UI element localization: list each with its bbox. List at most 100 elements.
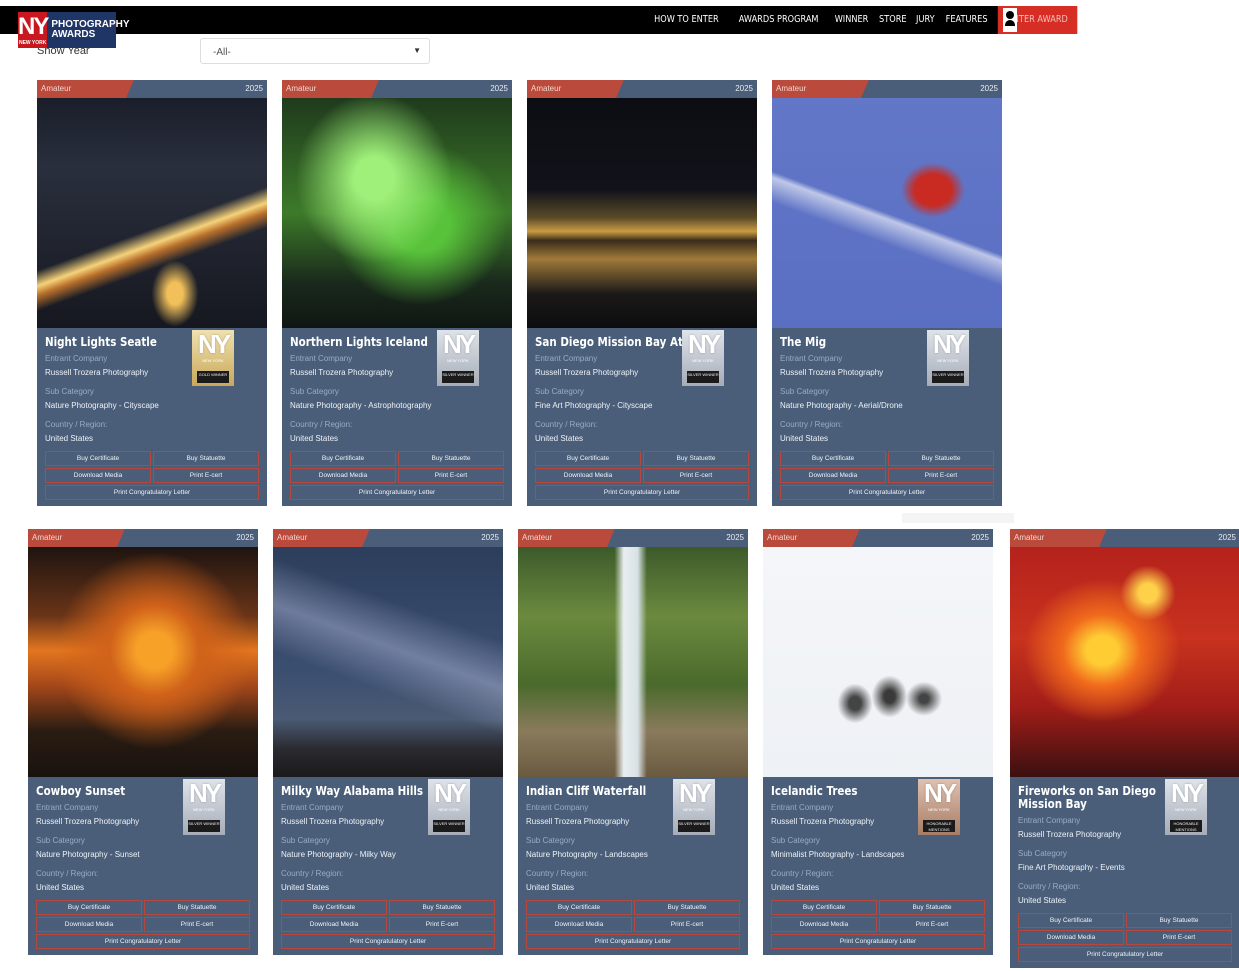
buy-statuette-button[interactable]: Buy Statuette (879, 900, 985, 915)
download-media-button[interactable]: Download Media (1018, 930, 1124, 945)
entry-title[interactable]: Milky Way Alabama Hills (281, 785, 423, 798)
country-region-value: United States (281, 883, 330, 892)
buy-certificate-button[interactable]: Buy Certificate (526, 900, 632, 915)
winning-photo[interactable] (763, 547, 993, 777)
winning-photo[interactable] (37, 98, 267, 328)
country-region-value: United States (526, 883, 575, 892)
nav-my-account[interactable]: MY ACCOUNT (1148, 6, 1215, 34)
country-region-value: United States (780, 434, 829, 443)
sub-category-label: Sub Category (771, 836, 820, 845)
winning-photo[interactable] (772, 98, 1002, 328)
nav-winner[interactable]: WINNER (829, 6, 874, 34)
print-ecert-button[interactable]: Print E-cert (153, 468, 259, 483)
buy-certificate-button[interactable]: Buy Certificate (281, 900, 387, 915)
print-ecert-button[interactable]: Print E-cert (144, 917, 250, 932)
award-badge: NY NEW YORK GOLD WINNER (192, 330, 234, 386)
entry-title[interactable]: Night Lights Seatle (45, 336, 172, 349)
print-ecert-button[interactable]: Print E-cert (1126, 930, 1232, 945)
entry-title[interactable]: The Mig (780, 336, 907, 349)
card-actions: Buy Certificate Buy Statuette Download M… (535, 451, 749, 500)
nav-awards-program[interactable]: AWARDS PROGRAM (733, 6, 824, 34)
level-tag: Amateur (763, 529, 873, 547)
download-media-button[interactable]: Download Media (36, 917, 142, 932)
winner-card: Amateur 2025 San Diego Mission Bay At Ni… (527, 80, 757, 506)
download-media-button[interactable]: Download Media (780, 468, 886, 483)
winning-photo[interactable] (282, 98, 512, 328)
print-letter-button[interactable]: Print Congratulatory Letter (290, 485, 504, 500)
card-header: Amateur 2025 (273, 529, 503, 547)
buy-certificate-button[interactable]: Buy Certificate (45, 451, 151, 466)
print-ecert-button[interactable]: Print E-cert (643, 468, 749, 483)
winning-photo[interactable] (527, 98, 757, 328)
buy-statuette-button[interactable]: Buy Statuette (389, 900, 495, 915)
print-letter-button[interactable]: Print Congratulatory Letter (281, 934, 495, 949)
country-region-value: United States (1018, 896, 1067, 905)
buy-statuette-button[interactable]: Buy Statuette (634, 900, 740, 915)
badge-mark: NY (923, 778, 957, 808)
winning-photo[interactable] (1010, 547, 1239, 777)
sub-category-label: Sub Category (281, 836, 330, 845)
print-ecert-button[interactable]: Print E-cert (888, 468, 994, 483)
winning-photo[interactable] (518, 547, 748, 777)
entry-title[interactable]: Northern Lights Iceland (290, 336, 428, 349)
award-badge: NY NEW YORK SILVER WINNER (437, 330, 479, 386)
entry-title[interactable]: Cowboy Sunset (36, 785, 163, 798)
download-media-button[interactable]: Download Media (771, 917, 877, 932)
country-region-value: United States (45, 434, 94, 443)
winning-photo[interactable] (273, 547, 503, 777)
buy-certificate-button[interactable]: Buy Certificate (36, 900, 142, 915)
card-header: Amateur 2025 (527, 80, 757, 98)
sub-category-label: Sub Category (45, 387, 94, 396)
print-letter-button[interactable]: Print Congratulatory Letter (771, 934, 985, 949)
badge-mark: NY (678, 778, 712, 808)
user-icon[interactable] (1003, 8, 1017, 32)
print-ecert-button[interactable]: Print E-cert (389, 917, 495, 932)
nav-buy-credit[interactable]: BUY CREDIT (1083, 6, 1144, 34)
sub-category-value: Nature Photography - Aerial/Drone (780, 401, 903, 410)
nav-how-to-enter[interactable]: HOW TO ENTER (648, 6, 724, 34)
buy-certificate-button[interactable]: Buy Certificate (290, 451, 396, 466)
show-year-select[interactable]: -All- ▼ (200, 38, 430, 64)
site-logo[interactable]: NY NEW YORK PHOTOGRAPHY AWARDS (18, 12, 130, 48)
buy-statuette-button[interactable]: Buy Statuette (144, 900, 250, 915)
winning-photo[interactable] (28, 547, 258, 777)
print-letter-button[interactable]: Print Congratulatory Letter (45, 485, 259, 500)
buy-certificate-button[interactable]: Buy Certificate (535, 451, 641, 466)
print-letter-button[interactable]: Print Congratulatory Letter (780, 485, 994, 500)
print-ecert-button[interactable]: Print E-cert (879, 917, 985, 932)
download-media-button[interactable]: Download Media (45, 468, 151, 483)
buy-certificate-button[interactable]: Buy Certificate (771, 900, 877, 915)
entry-title[interactable]: Icelandic Trees (771, 785, 898, 798)
card-header: Amateur 2025 (763, 529, 993, 547)
download-media-button[interactable]: Download Media (535, 468, 641, 483)
award-level: SILVER WINNER (188, 820, 220, 832)
sub-category-value: Fine Art Photography - Events (1018, 863, 1125, 872)
print-letter-button[interactable]: Print Congratulatory Letter (526, 934, 740, 949)
print-letter-button[interactable]: Print Congratulatory Letter (1018, 947, 1232, 962)
print-letter-button[interactable]: Print Congratulatory Letter (36, 934, 250, 949)
download-media-button[interactable]: Download Media (290, 468, 396, 483)
nav-features[interactable]: FEATURES (939, 6, 992, 34)
buy-statuette-button[interactable]: Buy Statuette (888, 451, 994, 466)
country-region-label: Country / Region: (526, 869, 589, 878)
entry-title[interactable]: Indian Cliff Waterfall (526, 785, 653, 798)
nav-store[interactable]: STORE (874, 6, 913, 34)
country-region-value: United States (771, 883, 820, 892)
nav-jury[interactable]: JURY (910, 6, 940, 34)
buy-certificate-button[interactable]: Buy Certificate (1018, 913, 1124, 928)
entry-title[interactable]: Fireworks on San Diego Mission Bay (1018, 785, 1169, 811)
country-region-value: United States (290, 434, 339, 443)
download-media-button[interactable]: Download Media (526, 917, 632, 932)
download-media-button[interactable]: Download Media (281, 917, 387, 932)
print-ecert-button[interactable]: Print E-cert (634, 917, 740, 932)
print-ecert-button[interactable]: Print E-cert (398, 468, 504, 483)
buy-statuette-button[interactable]: Buy Statuette (153, 451, 259, 466)
sub-category-label: Sub Category (535, 387, 584, 396)
buy-certificate-button[interactable]: Buy Certificate (780, 451, 886, 466)
country-region-label: Country / Region: (535, 420, 598, 429)
buy-statuette-button[interactable]: Buy Statuette (643, 451, 749, 466)
buy-statuette-button[interactable]: Buy Statuette (398, 451, 504, 466)
print-letter-button[interactable]: Print Congratulatory Letter (535, 485, 749, 500)
buy-statuette-button[interactable]: Buy Statuette (1126, 913, 1232, 928)
entry-title[interactable]: San Diego Mission Bay At Night (535, 336, 718, 349)
